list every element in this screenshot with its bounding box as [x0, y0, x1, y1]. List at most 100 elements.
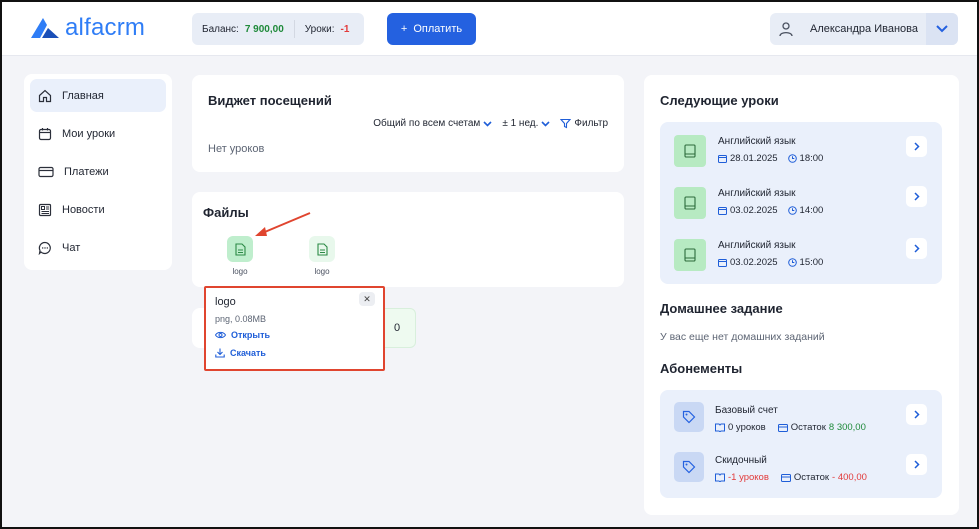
lesson-time: 15:00 — [799, 257, 824, 268]
subscription-meta: 0 уроков Остаток 8 300,00 — [715, 422, 866, 433]
sidebar-item-payments[interactable]: Платежи — [30, 155, 166, 188]
book-icon — [684, 144, 696, 158]
news-icon — [38, 203, 52, 216]
sidebar-item-chat[interactable]: Чат — [30, 231, 166, 264]
lesson-date: 03.02.2025 — [730, 205, 778, 216]
download-label: Скачать — [230, 348, 266, 358]
calendar-icon — [718, 259, 727, 267]
annotation-arrow-icon — [255, 212, 311, 236]
lesson-subject: Английский язык — [718, 188, 796, 199]
user-menu[interactable]: Александра Иванова — [770, 13, 958, 45]
book-open-icon — [715, 473, 725, 482]
visits-empty-text: Нет уроков — [208, 143, 265, 155]
lesson-meta: 03.02.2025 14:00 — [718, 205, 823, 216]
lesson-date: 03.02.2025 — [730, 257, 778, 268]
subscription-rest-value: 8 300,00 — [828, 422, 866, 433]
sidebar-item-label: Мои уроки — [62, 127, 116, 140]
file-label: logo — [314, 267, 330, 276]
chevron-right-icon — [913, 460, 920, 469]
sidebar-item-label: Главная — [62, 89, 104, 102]
sidebar-item-label: Новости — [62, 203, 105, 216]
book-icon — [684, 196, 696, 210]
close-icon: ✕ — [363, 293, 371, 304]
subscription-item[interactable]: Скидочный -1 уроков Остаток - 400,00 — [660, 440, 942, 490]
download-link[interactable]: Скачать — [215, 348, 266, 358]
eye-icon — [215, 331, 226, 339]
chat-icon — [38, 241, 51, 255]
file-item[interactable]: logo — [220, 236, 260, 276]
period-filter[interactable]: ± 1 нед. — [502, 118, 550, 129]
subscription-thumb — [674, 452, 704, 482]
popover-file-meta: png, 0.08MB — [215, 314, 267, 324]
chevron-right-icon — [913, 410, 920, 419]
file-popover: logo ✕ png, 0.08MB Открыть Скачать — [204, 286, 385, 371]
file-icon — [316, 242, 328, 256]
user-menu-toggle[interactable] — [926, 13, 958, 45]
open-lesson-button[interactable] — [906, 238, 927, 259]
avatar — [770, 13, 802, 45]
subscription-rest-label: Остаток — [790, 422, 826, 433]
lesson-item[interactable]: Английский язык 28.01.2025 18:00 — [660, 122, 942, 174]
subscription-lessons: -1 уроков — [728, 472, 769, 483]
file-item[interactable]: logo — [302, 236, 342, 276]
pay-button[interactable]: + Оплатить — [387, 13, 476, 45]
lesson-subject: Английский язык — [718, 136, 796, 147]
account-filter-label: Общий по всем счетам — [373, 118, 481, 129]
sidebar-item-lessons[interactable]: Мои уроки — [30, 117, 166, 150]
right-panel: Следующие уроки Английский язык 28.01.20… — [644, 75, 959, 515]
lesson-item[interactable]: Английский язык 03.02.2025 14:00 — [660, 174, 942, 226]
chevron-right-icon — [913, 142, 920, 151]
brand-logo[interactable]: alfacrm — [29, 14, 145, 42]
book-open-icon — [715, 423, 725, 432]
popover-title: logo — [215, 296, 236, 308]
open-label: Открыть — [231, 330, 271, 340]
subscriptions-list: Базовый счет 0 уроков Остаток 8 300,00 Ск… — [660, 390, 942, 498]
filter-label: Фильтр — [574, 118, 608, 129]
calendar-icon — [38, 127, 52, 140]
sidebar-item-label: Чат — [62, 241, 81, 254]
lesson-thumb — [674, 135, 706, 167]
chevron-down-icon — [541, 120, 550, 127]
open-subscription-button[interactable] — [906, 404, 927, 425]
open-subscription-button[interactable] — [906, 454, 927, 475]
card-icon — [780, 473, 791, 482]
open-lesson-button[interactable] — [906, 186, 927, 207]
lessons-label: Уроки: — [304, 23, 335, 35]
lessons-value: -1 — [340, 23, 350, 35]
sidebar-item-news[interactable]: Новости — [30, 193, 166, 226]
next-lessons-title: Следующие уроки — [660, 93, 779, 108]
subscription-lessons: 0 уроков — [728, 422, 766, 433]
balance-summary: Баланс: 7 900,00 Уроки: -1 — [192, 13, 364, 45]
filter-button[interactable]: Фильтр — [560, 118, 608, 129]
subscription-rest-value: - 400,00 — [832, 472, 867, 483]
balance-value: 7 900,00 — [244, 23, 284, 35]
open-lesson-button[interactable] — [906, 136, 927, 157]
balance-label: Баланс: — [202, 23, 239, 35]
files-title: Файлы — [203, 205, 249, 220]
sidebar-nav: Главная Мои уроки Платежи Новости Чат — [24, 74, 172, 270]
subscription-item[interactable]: Базовый счет 0 уроков Остаток 8 300,00 — [660, 390, 942, 440]
user-icon — [779, 22, 793, 37]
user-name: Александра Иванова — [810, 23, 918, 35]
lesson-thumb — [674, 187, 706, 219]
close-button[interactable]: ✕ — [359, 292, 375, 306]
open-link[interactable]: Открыть — [215, 330, 270, 340]
tag-icon — [682, 410, 696, 424]
lesson-item[interactable]: Английский язык 03.02.2025 15:00 — [660, 226, 942, 278]
divider — [293, 20, 295, 38]
home-icon — [38, 89, 52, 102]
calendar-icon — [718, 155, 727, 163]
clock-icon — [787, 206, 797, 215]
pay-button-label: Оплатить — [413, 23, 463, 35]
lesson-thumb — [674, 239, 706, 271]
book-icon — [684, 248, 696, 262]
brand-name: alfacrm — [65, 14, 146, 41]
subscription-meta: -1 уроков Остаток - 400,00 — [715, 472, 867, 483]
subscriptions-title: Абонементы — [660, 361, 743, 376]
account-filter[interactable]: Общий по всем счетам — [373, 118, 492, 129]
next-lessons-list: Английский язык 28.01.2025 18:00 Английс… — [660, 122, 942, 284]
visits-widget: Виджет посещений Общий по всем счетам ± … — [192, 75, 624, 172]
file-label: logo — [232, 267, 248, 276]
lesson-date: 28.01.2025 — [730, 153, 778, 164]
sidebar-item-home[interactable]: Главная — [30, 79, 166, 112]
